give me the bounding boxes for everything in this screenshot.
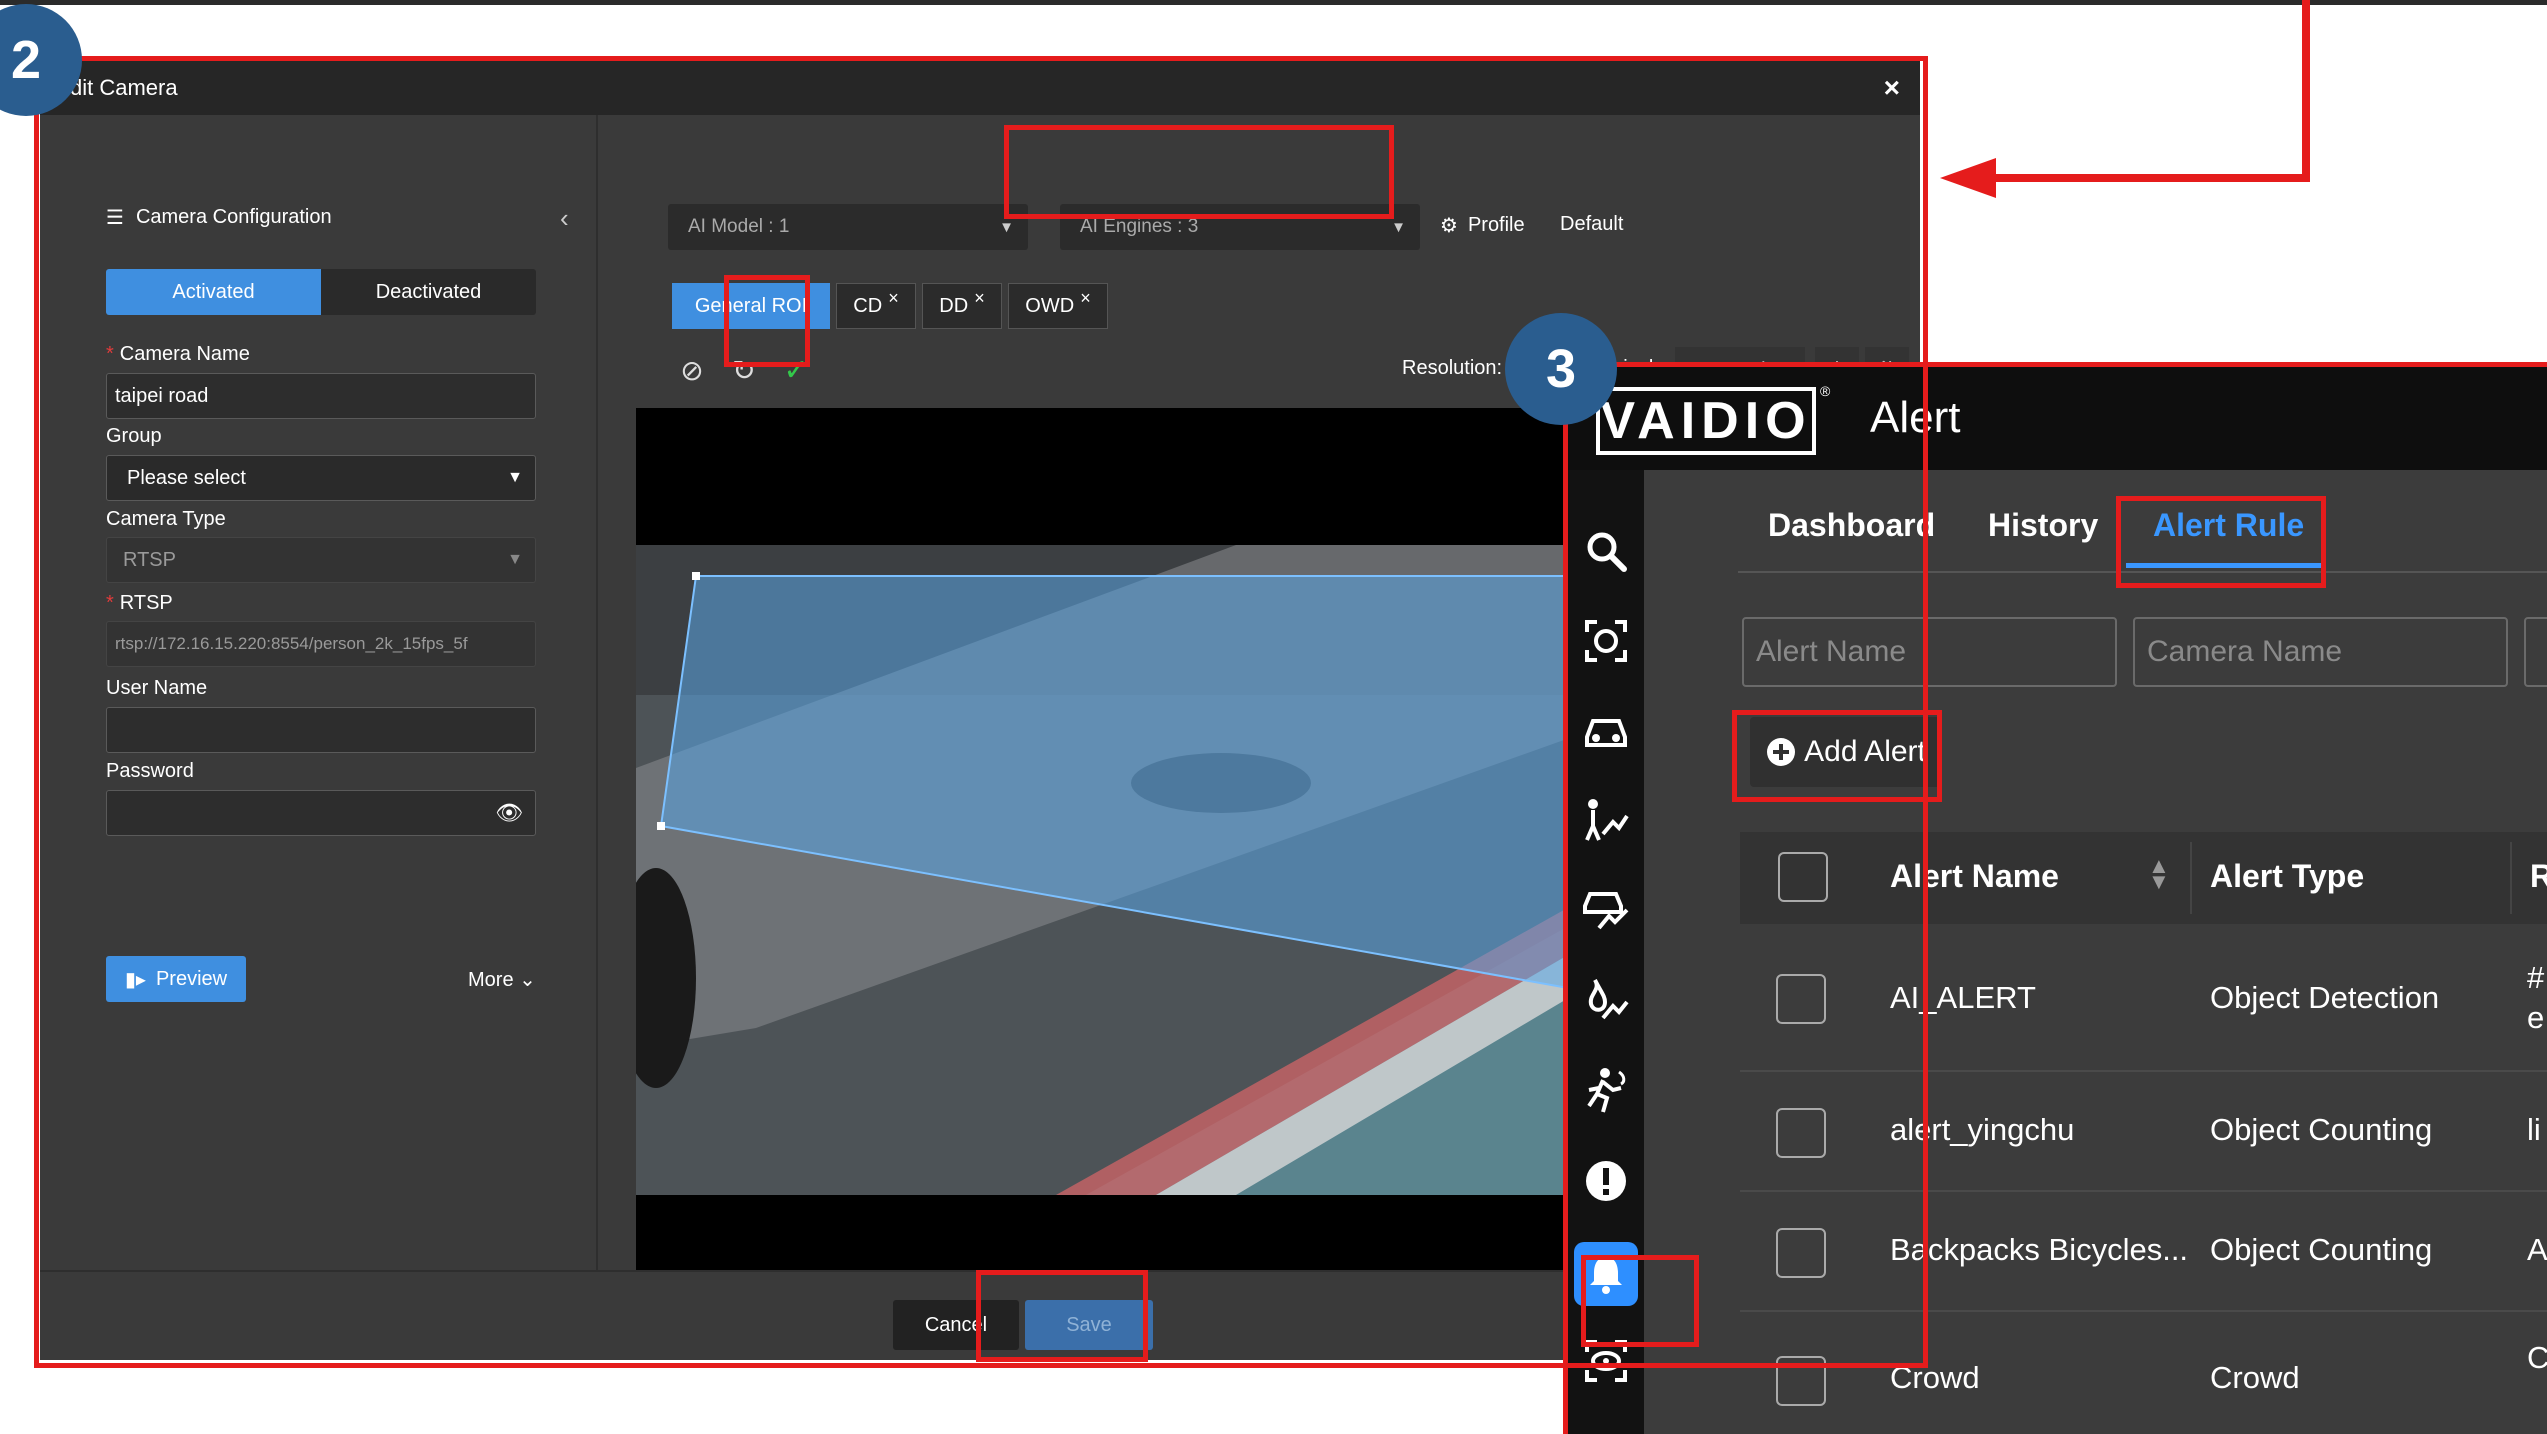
top-strip bbox=[0, 0, 2547, 5]
highlight-alert-rule bbox=[2116, 496, 2326, 588]
highlight-vaidio bbox=[1563, 362, 2547, 1434]
arrow-horizontal bbox=[1990, 174, 2310, 182]
arrow-vertical bbox=[2302, 0, 2310, 182]
highlight-save bbox=[976, 1270, 1148, 1362]
highlight-bell bbox=[1581, 1255, 1699, 1347]
highlight-check bbox=[724, 275, 810, 367]
highlight-ai-engines bbox=[1004, 125, 1394, 219]
highlight-add-alert bbox=[1732, 710, 1942, 802]
arrow-head bbox=[1940, 158, 1996, 198]
step-badge-3: 3 bbox=[1505, 313, 1617, 425]
